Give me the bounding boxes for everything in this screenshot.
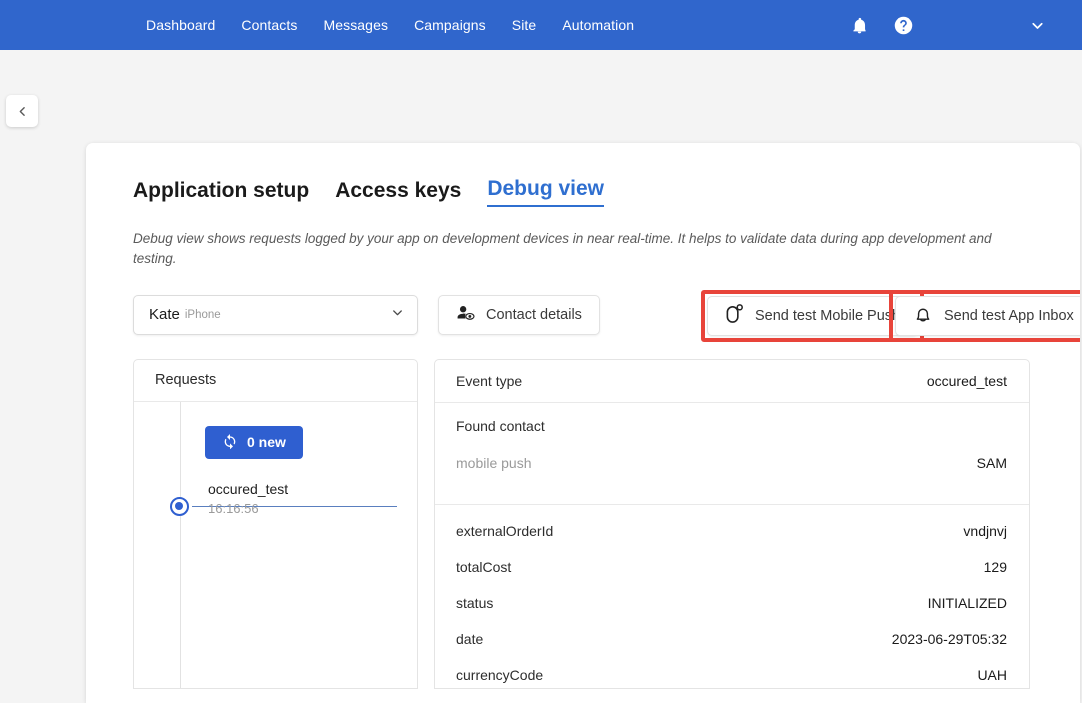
send-test-app-inbox-button[interactable]: Send test App Inbox (895, 295, 1080, 336)
attribute-key: currencyCode (456, 666, 544, 683)
table-row: date 2023-06-29T05:32 (435, 621, 1029, 657)
top-navigation-bar: Dashboard Contacts Messages Campaigns Si… (0, 0, 1082, 50)
attribute-value: 129 (983, 558, 1007, 575)
request-selected-marker (170, 496, 189, 516)
refresh-requests-label: 0 new (247, 434, 286, 450)
device-select-name: Kate (149, 306, 180, 323)
attribute-key: totalCost (456, 558, 512, 575)
table-row: currencyCode UAH (435, 657, 1029, 688)
detail-spacer (435, 484, 1029, 504)
requests-panel-title: Requests (134, 360, 417, 402)
found-contact-section: Found contact mobile push SAM (435, 403, 1029, 484)
nav-item-site[interactable]: Site (512, 18, 537, 32)
timeline-axis (180, 401, 181, 688)
device-select-device: iPhone (184, 308, 221, 321)
nav-item-automation[interactable]: Automation (562, 18, 634, 32)
attribute-key: status (456, 594, 494, 611)
notifications-button[interactable] (842, 8, 876, 42)
bell-icon (852, 17, 866, 33)
help-button[interactable] (886, 8, 920, 42)
tab-access-keys[interactable]: Access keys (335, 179, 461, 207)
request-item-title: occured_test (208, 480, 289, 497)
nav-item-messages[interactable]: Messages (323, 18, 388, 32)
account-menu-button[interactable] (1020, 8, 1054, 42)
requests-list: 0 new occured_test 16:16:56 (134, 401, 417, 688)
debug-view-description: Debug view shows requests logged by your… (133, 231, 992, 267)
tab-debug-view[interactable]: Debug view (487, 177, 605, 207)
device-select-chevron (390, 305, 405, 325)
settings-tabs: Application setup Access keys Debug view (86, 143, 1080, 207)
table-row: externalOrderId vndjnvj (435, 513, 1029, 549)
send-test-app-inbox-highlight: Send test App Inbox (889, 289, 1080, 342)
chevron-left-icon (19, 106, 25, 116)
attribute-value: INITIALIZED (927, 594, 1007, 611)
mobile-push-value: SAM (976, 454, 1007, 471)
sidebar-collapse-button[interactable] (6, 95, 38, 127)
attribute-key: date (456, 630, 484, 647)
send-test-mobile-push-label: Send test Mobile Push (755, 307, 901, 324)
device-select[interactable]: Kate iPhone (133, 294, 418, 335)
nav-item-contacts[interactable]: Contacts (241, 18, 297, 32)
controls-row: Kate iPhone Contact details Send test Mo… (133, 289, 1080, 342)
detail-row-mobile-push: mobile push SAM (435, 442, 1029, 484)
table-row: status INITIALIZED (435, 585, 1029, 621)
table-row: totalCost 129 (435, 549, 1029, 585)
nav-item-dashboard[interactable]: Dashboard (146, 18, 215, 32)
requests-panel: Requests 0 new occured_test 16:16:56 (133, 358, 418, 689)
contact-details-label: Contact details (486, 306, 582, 323)
event-attributes-list: externalOrderId vndjnvj totalCost 129 st… (435, 505, 1029, 688)
detail-row-event-type: Event type occured_test (435, 360, 1029, 402)
request-detail-panel: Event type occured_test Found contact mo… (434, 358, 1030, 689)
found-contact-title: Found contact (456, 417, 545, 434)
chevron-down-icon (393, 309, 402, 315)
help-circle-icon (894, 16, 912, 34)
chevron-down-icon (1031, 22, 1043, 29)
event-type-key: Event type (456, 372, 523, 389)
attribute-value: UAH (977, 666, 1007, 683)
refresh-requests-button[interactable]: 0 new (205, 425, 303, 459)
main-content-card: Application setup Access keys Debug view… (86, 143, 1080, 703)
send-test-app-inbox-label: Send test App Inbox (944, 307, 1074, 324)
bell-outline-icon (913, 304, 933, 328)
nav-item-campaigns[interactable]: Campaigns (414, 18, 486, 32)
event-type-value: occured_test (926, 372, 1007, 389)
tab-application-setup[interactable]: Application setup (133, 179, 309, 207)
attribute-value: vndjnvj (963, 522, 1007, 539)
mobile-push-icon (725, 303, 744, 328)
contact-details-button[interactable]: Contact details (438, 294, 600, 335)
mobile-push-key: mobile push (456, 454, 532, 471)
debug-panels: Requests 0 new occured_test 16:16:56 Eve… (133, 358, 1080, 689)
request-item-time: 16:16:56 (208, 500, 259, 516)
top-nav-actions (842, 0, 1082, 50)
send-test-mobile-push-button[interactable]: Send test Mobile Push (707, 295, 919, 336)
person-eye-icon (456, 305, 475, 325)
main-nav-links: Dashboard Contacts Messages Campaigns Si… (146, 18, 634, 32)
attribute-value: 2023-06-29T05:32 (891, 630, 1007, 647)
attribute-key: externalOrderId (456, 522, 554, 539)
refresh-icon (222, 433, 238, 452)
request-list-item[interactable]: occured_test 16:16:56 (134, 479, 417, 527)
